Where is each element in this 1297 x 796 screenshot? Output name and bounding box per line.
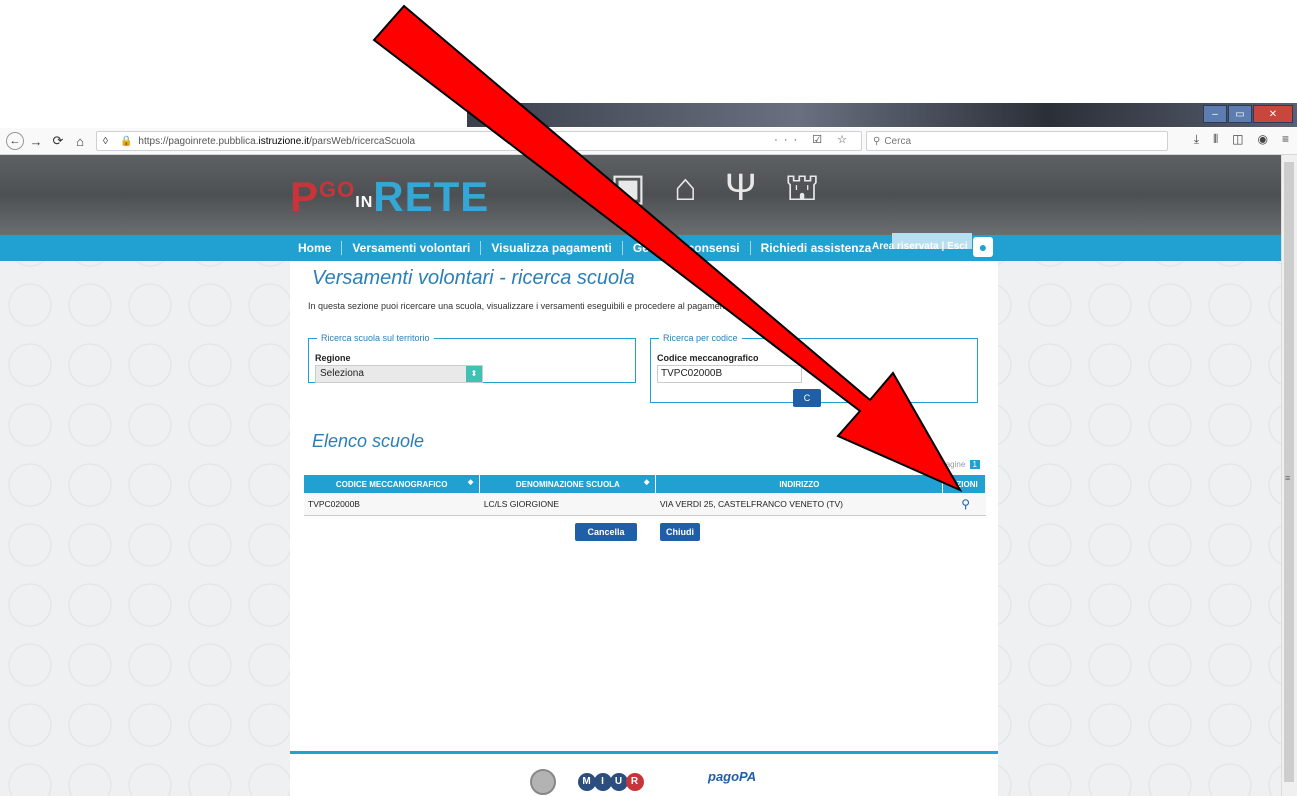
reserved-area-link[interactable]: Area riservata | Esci	[872, 241, 968, 252]
download-icon[interactable]: ⤓	[1194, 132, 1199, 147]
footer-logos: MIUR pagoPA	[530, 769, 770, 795]
library-icon[interactable]: ⫴	[1213, 132, 1218, 147]
bus-icon: ▣	[610, 167, 674, 209]
pager: Pagine 1	[940, 460, 980, 469]
scrollbar[interactable]: ≡	[1281, 155, 1297, 796]
schools-table: CODICE MECCANOGRAFICO ◆ DENOMINAZIONE SCU…	[304, 475, 986, 516]
search-code-button[interactable]: C	[793, 389, 821, 407]
col-azioni: AZIONI	[942, 475, 986, 493]
site-banner: PGOINRETE ▣⌂Ψ⛫	[0, 155, 1282, 235]
url-bar[interactable]: ◊ 🔒 https://pagoinrete.pubblica.istruzio…	[96, 131, 862, 151]
page-intro: In questa sezione puoi ricercare una scu…	[308, 301, 735, 311]
menu-visualizza-pagamenti[interactable]: Visualizza pagamenti	[481, 241, 623, 255]
page-title: Versamenti volontari - ricerca scuola	[312, 267, 635, 289]
cancel-button[interactable]: Cancella	[575, 523, 637, 541]
menu-richiedi-assistenza[interactable]: Richiedi assistenza	[751, 241, 882, 255]
region-label: Regione	[315, 353, 351, 363]
cell-denominazione: LC/LS GIORGIONE	[479, 493, 656, 516]
back-icon[interactable]: ←	[6, 132, 24, 150]
menu-icon[interactable]: ≡	[1282, 132, 1289, 147]
main-content: Versamenti volontari - ricerca scuola In…	[290, 261, 998, 796]
region-select-value: Seleziona	[320, 368, 364, 379]
code-input[interactable]: TVPC02000B	[657, 365, 802, 383]
pagopa-logo: pagoPA	[708, 769, 757, 784]
shield-icon: ◊	[103, 135, 108, 147]
region-select[interactable]: Seleziona ⬍	[315, 365, 483, 383]
close-button[interactable]: Chiudi	[660, 523, 700, 541]
url-text: https://pagoinrete.pubblica.istruzione.i…	[138, 135, 416, 147]
cutlery-icon: Ψ	[724, 167, 785, 209]
code-search: Ricerca per codice Codice meccanografico…	[650, 333, 978, 407]
scrollbar-grip-icon: ≡	[1285, 473, 1291, 483]
search-icon: ⚲	[873, 135, 881, 147]
school-icon: ⌂	[673, 167, 725, 209]
browser-navbar: ← → ⟳ ⌂ ◊ 🔒 https://pagoinrete.pubblica.…	[0, 128, 1297, 155]
page-actions[interactable]: ··· ☑ ☆	[774, 133, 853, 146]
col-indirizzo[interactable]: INDIRIZZO	[655, 475, 944, 493]
home-icon[interactable]: ⌂	[70, 131, 90, 151]
sort-icon: ◆	[467, 479, 474, 486]
scrollbar-thumb[interactable]	[1284, 162, 1294, 782]
miur-logo: MIUR	[578, 771, 644, 791]
minimize-icon[interactable]: –	[1203, 105, 1227, 123]
search-input[interactable]: ⚲ Cerca	[866, 131, 1168, 151]
menu-gestione-consensi[interactable]: Gestione consensi	[623, 241, 751, 255]
cell-indirizzo: VIA VERDI 25, CASTELFRANCO VENETO (TV)	[655, 493, 943, 516]
user-icon[interactable]: ●	[973, 237, 993, 257]
cell-codice: TVPC02000B	[304, 493, 480, 516]
menu-home[interactable]: Home	[288, 241, 343, 255]
updown-icon: ⬍	[466, 366, 482, 382]
territory-legend: Ricerca scuola sul territorio	[321, 333, 430, 343]
territory-search: Ricerca scuola sul territorio Regione Se…	[308, 333, 636, 383]
code-label: Codice meccanografico	[657, 353, 759, 363]
sidebar-icon[interactable]: ◫	[1232, 132, 1243, 147]
pagoinrete-logo[interactable]: PGOINRETE	[290, 173, 489, 221]
col-codice[interactable]: CODICE MECCANOGRAFICO ◆	[304, 475, 481, 493]
pager-label: Pagine	[940, 460, 966, 469]
maximize-icon[interactable]: ▭	[1228, 105, 1252, 123]
footer-divider	[290, 751, 998, 754]
col-denominazione[interactable]: DENOMINAZIONE SCUOLA ◆	[479, 475, 657, 493]
code-legend: Ricerca per codice	[663, 333, 738, 343]
window-titlebar: – ▭ ✕	[467, 103, 1297, 127]
italian-republic-emblem	[530, 769, 556, 795]
view-school-icon[interactable]: ⚲	[942, 493, 986, 516]
close-icon[interactable]: ✕	[1253, 105, 1293, 123]
window-controls: – ▭ ✕	[1203, 105, 1293, 123]
banner-illustrations: ▣⌂Ψ⛫	[610, 165, 848, 215]
table-row: TVPC02000B LC/LS GIORGIONE VIA VERDI 25,…	[304, 493, 986, 516]
main-menu: Home Versamenti volontari Visualizza pag…	[0, 233, 1282, 261]
toolbar-icons: ⤓ ⫴ ◫ ◉ ≡	[1194, 132, 1289, 147]
search-placeholder: Cerca	[884, 135, 912, 147]
reload-icon[interactable]: ⟳	[48, 131, 68, 151]
pager-page-1[interactable]: 1	[969, 460, 980, 469]
account-icon[interactable]: ◉	[1258, 132, 1268, 147]
sort-icon: ◆	[643, 479, 650, 486]
lock-icon: 🔒	[119, 135, 133, 147]
museum-icon: ⛫	[784, 167, 848, 209]
menu-versamenti-volontari[interactable]: Versamenti volontari	[342, 241, 482, 255]
forward-icon[interactable]: →	[26, 131, 46, 151]
list-title: Elenco scuole	[312, 431, 425, 451]
page-background: PGOINRETE ▣⌂Ψ⛫ Home Versamenti volontari…	[0, 155, 1282, 796]
